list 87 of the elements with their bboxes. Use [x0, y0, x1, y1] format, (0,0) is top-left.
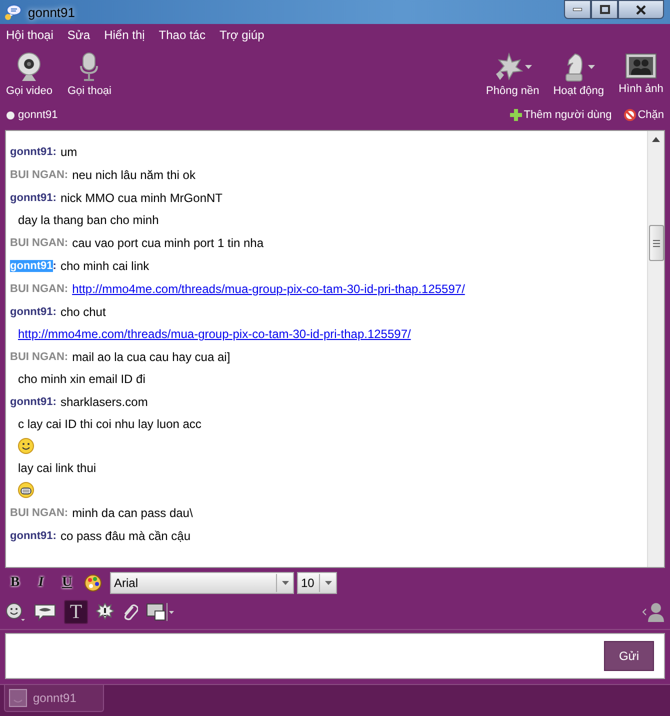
leaf-icon — [493, 52, 524, 82]
colon: : — [52, 396, 56, 408]
colon: : — [52, 530, 56, 542]
message-text: um — [60, 145, 78, 159]
sender-name: BUI NGAN — [10, 507, 64, 519]
menu-item[interactable]: Hiển thị — [100, 28, 149, 48]
webcam-icon — [16, 52, 42, 82]
maximize-icon — [600, 5, 610, 14]
sender-name: gonnt91 — [10, 192, 53, 204]
size-dropdown[interactable]: 10 — [297, 572, 337, 594]
scroll-thumb[interactable] — [648, 225, 664, 261]
conversation-tab[interactable]: gonnt91 — [4, 685, 104, 712]
block-icon — [624, 109, 636, 121]
speech-bubble-icon[interactable] — [34, 603, 56, 621]
message-text: cho chut — [60, 305, 106, 319]
sender-name: gonnt91 — [10, 396, 53, 408]
font-dropdown[interactable]: Arial — [110, 572, 294, 594]
call-button[interactable]: Gọi thoại — [66, 52, 112, 102]
maximize-button[interactable] — [591, 0, 618, 19]
sender-name: gonnt91 — [10, 146, 53, 158]
caret-icon — [282, 581, 288, 585]
emoticon-button[interactable] — [6, 603, 26, 621]
contact-status: gonnt91 — [6, 109, 58, 121]
message-text: c lay cai ID thi coi nhu lay luon acc — [18, 417, 202, 431]
message-input[interactable]: Gửi — [5, 633, 665, 679]
block-button[interactable]: Chặn — [624, 109, 664, 121]
avatar-icon — [9, 689, 27, 707]
scrollbar[interactable] — [647, 131, 664, 567]
menu-item[interactable]: Trợ giúp — [215, 28, 268, 48]
message-text: day la thang ban cho minh — [18, 213, 159, 227]
menu-item[interactable]: Hội thoại — [2, 28, 58, 48]
colon: : — [52, 146, 56, 158]
message-text: mail ao la cua cau hay cua ai] — [72, 350, 230, 364]
window-title: gonnt91 — [28, 4, 76, 20]
smiley-icon — [18, 438, 34, 454]
message-text: minh da can pass dau\ — [72, 506, 193, 520]
colon: : — [64, 507, 68, 519]
message-text: cho minh xin email ID đi — [18, 372, 146, 386]
colon: : — [52, 192, 56, 204]
colon: : — [64, 169, 68, 181]
message-text: co pass đâu mà cần cậu — [60, 529, 191, 543]
sender-name: gonnt91 — [10, 530, 53, 542]
colon: : — [64, 237, 68, 249]
sender-name: gonnt91 — [10, 260, 53, 272]
paperclip-icon[interactable] — [122, 603, 138, 621]
chat-bubble-icon — [4, 3, 22, 21]
message-text: cau vao port cua minh port 1 tin nha — [72, 236, 264, 250]
colon: : — [64, 351, 68, 363]
scroll-up-icon[interactable] — [652, 137, 660, 142]
close-button[interactable] — [618, 0, 664, 19]
message-link[interactable]: http://mmo4me.com/threads/mua-group-pix-co-tam-30-id-pri-thap.125597/ — [72, 282, 465, 296]
sender-name: BUI NGAN — [10, 237, 64, 249]
toolbar-button[interactable]: Hoạt động — [553, 52, 604, 102]
message-text: neu nich lâu năm thi ok — [72, 168, 196, 182]
status-dot-icon — [6, 110, 15, 120]
menu-item[interactable]: Thao tác — [154, 28, 210, 48]
colon: : — [52, 260, 56, 272]
sender-name: BUI NGAN — [10, 351, 64, 363]
toolbar-button[interactable]: Phông nền — [486, 52, 540, 102]
photo-frame-icon — [625, 52, 657, 80]
message-text: sharklasers.com — [60, 395, 148, 409]
minimize-button[interactable] — [564, 0, 591, 19]
grin-icon — [18, 482, 34, 498]
message-link[interactable]: http://mmo4me.com/threads/mua-group-pix-co-tam-30-id-pri-thap.125597/ — [18, 327, 411, 341]
menu-item[interactable]: Sửa — [63, 28, 94, 48]
microphone-icon — [78, 52, 100, 82]
user-panel-icon[interactable] — [642, 602, 664, 622]
close-icon — [636, 4, 646, 14]
colon: : — [52, 306, 56, 318]
sender-name: BUI NGAN — [10, 283, 64, 295]
caret-icon — [324, 581, 332, 585]
message-text: nick MMO cua minh MrGonNT — [60, 191, 222, 205]
message-text: cho minh cai link — [60, 259, 150, 273]
sender-name: gonnt91 — [10, 306, 53, 318]
buzz-icon[interactable] — [96, 603, 114, 621]
colon: : — [64, 283, 68, 295]
send-button[interactable]: Gửi — [604, 641, 654, 671]
message-text: lay cai link thui — [18, 461, 96, 475]
call-button[interactable]: Gọi video — [6, 52, 52, 102]
image-share-icon[interactable] — [146, 603, 174, 621]
toolbar-button[interactable]: Hình ảnh — [618, 52, 664, 102]
palette-icon[interactable] — [84, 574, 102, 592]
sender-name: BUI NGAN — [10, 169, 64, 181]
plus-icon — [510, 109, 522, 121]
minimize-icon — [573, 8, 582, 11]
add-user-button[interactable]: Thêm người dùng — [510, 109, 612, 121]
text-style-button[interactable]: T — [64, 600, 88, 624]
